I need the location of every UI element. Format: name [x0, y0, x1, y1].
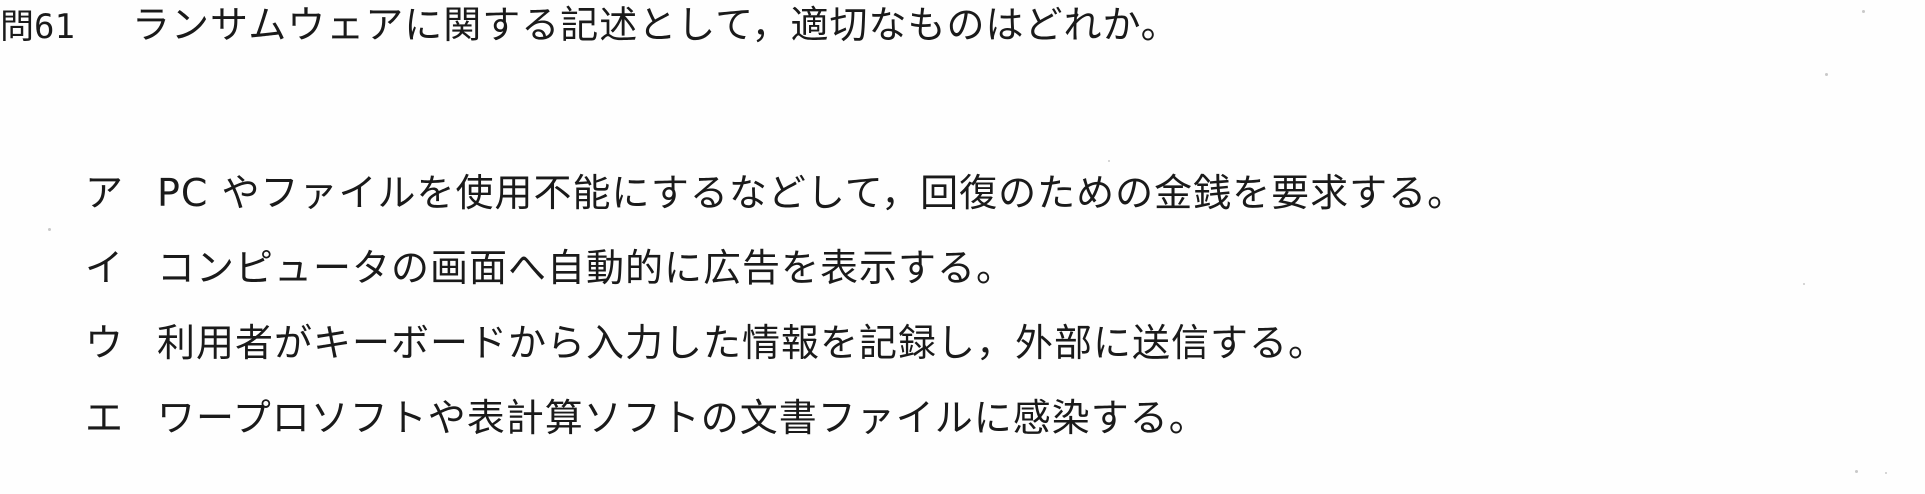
question-heading: 問61 ランサムウェアに関する記述として，適切なものはどれか。 — [0, 2, 1180, 50]
scan-speck — [1885, 472, 1887, 474]
choice-text: PC やファイルを使用不能にするなどして，回復のための金銭を要求する。 — [157, 171, 1467, 215]
answer-choices: ア PC やファイルを使用不能にするなどして，回復のための金銭を要求する。 イ … — [85, 170, 1466, 470]
choice-text: 利用者がキーボードから入力した情報を記録し，外部に送信する。 — [157, 321, 1328, 365]
choice-u: ウ 利用者がキーボードから入力した情報を記録し，外部に送信する。 — [85, 320, 1466, 395]
choice-a: ア PC やファイルを使用不能にするなどして，回復のための金銭を要求する。 — [85, 170, 1466, 245]
choice-marker: ア — [85, 171, 124, 215]
choice-marker: ウ — [85, 321, 124, 365]
question-text: ランサムウェアに関する記述として，適切なものはどれか。 — [132, 3, 1180, 47]
scan-speck — [1108, 160, 1110, 162]
scan-speck — [1803, 283, 1805, 285]
scan-speck — [48, 228, 51, 231]
choice-i: イ コンピュータの画面へ自動的に広告を表示する。 — [85, 245, 1466, 320]
choice-text: ワープロソフトや表計算ソフトの文書ファイルに感染する。 — [157, 396, 1208, 440]
scan-speck — [1825, 73, 1828, 76]
scan-speck — [1855, 470, 1858, 473]
choice-marker: イ — [85, 246, 124, 290]
exam-page: 問61 ランサムウェアに関する記述として，適切なものはどれか。 ア PC やファ… — [0, 0, 1925, 494]
question-number: 問61 — [0, 7, 75, 47]
choice-marker: エ — [85, 396, 124, 440]
choice-e: エ ワープロソフトや表計算ソフトの文書ファイルに感染する。 — [85, 395, 1466, 470]
scan-speck — [1862, 10, 1865, 13]
choice-text: コンピュータの画面へ自動的に広告を表示する。 — [157, 246, 1016, 290]
